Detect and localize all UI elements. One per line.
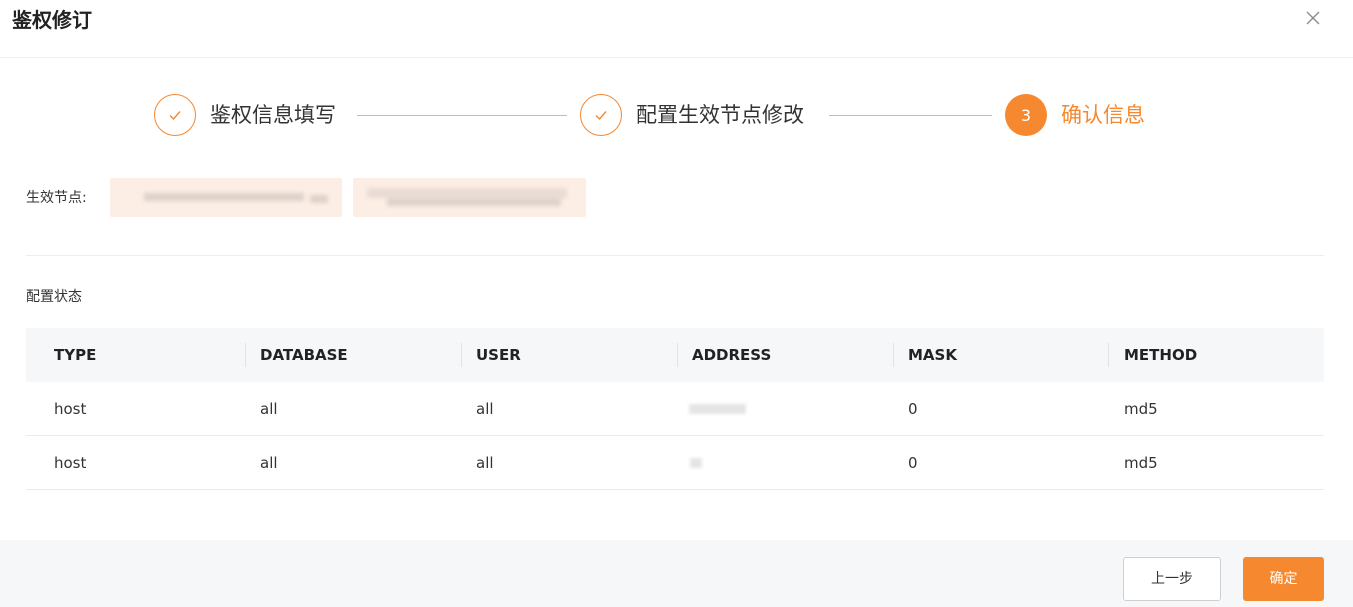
column-divider [461, 343, 462, 367]
step-1-label: 鉴权信息填写 [210, 103, 336, 127]
step-2-label: 配置生效节点修改 [636, 103, 804, 127]
check-icon [595, 111, 607, 121]
step-3-circle: 3 [1005, 94, 1047, 136]
step-1-circle [154, 94, 196, 136]
column-divider [893, 343, 894, 367]
section-title: 配置状态 [26, 289, 82, 305]
column-header-type: TYPE [54, 346, 97, 364]
check-icon [169, 111, 181, 121]
cell-mask: 0 [908, 400, 918, 418]
dialog-title: 鉴权修订 [12, 8, 92, 32]
prev-step-button[interactable]: 上一步 [1123, 557, 1221, 601]
close-icon [1306, 11, 1320, 25]
column-header-address: ADDRESS [692, 346, 772, 364]
step-connector [829, 115, 992, 116]
cell-database: all [260, 400, 278, 418]
cell-method: md5 [1124, 454, 1158, 472]
column-divider [245, 343, 246, 367]
step-3-number: 3 [1020, 105, 1032, 125]
table-row: host all all 0 md5 [26, 436, 1324, 490]
column-header-database: DATABASE [260, 346, 348, 364]
cell-type: host [54, 454, 87, 472]
table-header: TYPE DATABASE USER ADDRESS MASK METHOD [26, 328, 1324, 382]
confirm-button[interactable]: 确定 [1243, 557, 1324, 601]
node-chip [110, 178, 342, 217]
cell-address-masked [689, 404, 746, 414]
nodes-label: 生效节点: [26, 190, 87, 206]
dialog-header: 鉴权修订 [0, 0, 1353, 58]
cell-database: all [260, 454, 278, 472]
cell-user: all [476, 400, 494, 418]
divider [26, 255, 1324, 256]
dialog-footer: 上一步 确定 [0, 540, 1353, 607]
step-3-label: 确认信息 [1061, 103, 1145, 127]
steps: 鉴权信息填写 配置生效节点修改 3 确认信息 [0, 94, 1353, 138]
table-row: host all all 0 md5 [26, 382, 1324, 436]
column-header-user: USER [476, 346, 521, 364]
cell-address-masked [690, 458, 702, 468]
column-divider [1108, 343, 1109, 367]
column-header-mask: MASK [908, 346, 957, 364]
step-2-circle [580, 94, 622, 136]
node-chip [353, 178, 586, 217]
cell-user: all [476, 454, 494, 472]
close-button[interactable] [1303, 8, 1323, 28]
column-divider [677, 343, 678, 367]
column-header-method: METHOD [1124, 346, 1198, 364]
step-connector [357, 115, 567, 116]
cell-mask: 0 [908, 454, 918, 472]
cell-type: host [54, 400, 87, 418]
config-table: TYPE DATABASE USER ADDRESS MASK METHOD h… [26, 328, 1324, 490]
cell-method: md5 [1124, 400, 1158, 418]
